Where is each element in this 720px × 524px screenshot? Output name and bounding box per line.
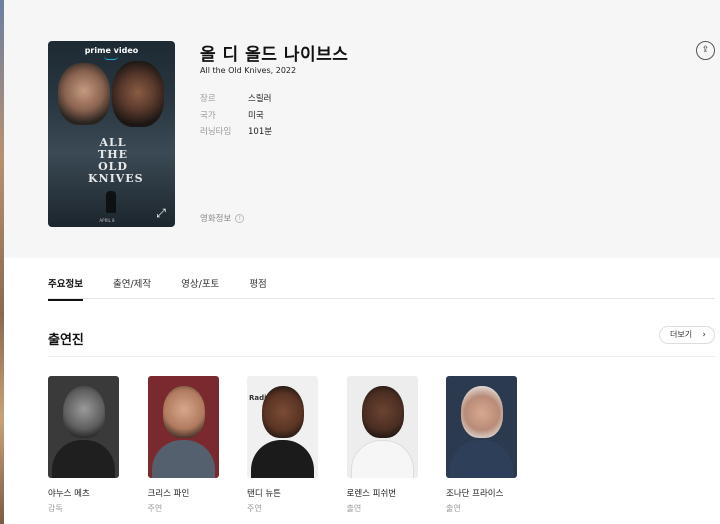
cast-photo-head bbox=[262, 386, 304, 438]
info-label: 러닝타임 bbox=[200, 127, 232, 137]
cast-name[interactable]: 로렌스 피쉬번 bbox=[347, 487, 418, 499]
info-label: 장르 bbox=[200, 94, 216, 104]
cast-card[interactable]: 야누스 메츠 감독 bbox=[48, 376, 119, 514]
info-value: 101분 bbox=[248, 127, 273, 137]
chevron-right-icon: › bbox=[702, 330, 706, 340]
more-button[interactable]: 더보기 › bbox=[659, 326, 715, 344]
cast-card[interactable]: 크리스 파인 주연 bbox=[147, 376, 219, 514]
cast-photo[interactable] bbox=[147, 376, 219, 478]
info-value: 미국 bbox=[248, 110, 264, 121]
movie-subtitle: All the Old Knives, 2022 bbox=[200, 66, 297, 75]
cast-name[interactable]: 야누스 메츠 bbox=[48, 487, 119, 499]
cast-photo-body bbox=[151, 440, 215, 478]
info-row-runtime: 러닝타임 101분 bbox=[200, 125, 272, 142]
cast-photo-body bbox=[450, 440, 513, 478]
movie-info-label: 영화정보 bbox=[200, 214, 232, 224]
poster-release-text: APRIL 8 bbox=[99, 218, 115, 223]
cast-photo[interactable]: Radi bbox=[247, 376, 318, 478]
cast-photo[interactable] bbox=[446, 376, 517, 478]
movie-info-link[interactable]: 영화정보 ! bbox=[200, 212, 245, 224]
poster-silhouette bbox=[106, 191, 116, 213]
info-icon: ! bbox=[235, 213, 245, 223]
cast-role: 출연 bbox=[446, 504, 461, 513]
share-button[interactable]: ⇪ bbox=[696, 41, 715, 60]
info-value: 스릴러 bbox=[248, 94, 272, 104]
cast-card[interactable]: 조나단 프라이스 출연 bbox=[446, 376, 517, 514]
cast-name[interactable]: 탠디 뉴튼 bbox=[247, 487, 318, 499]
cast-photo[interactable] bbox=[346, 376, 418, 478]
cast-list: 야누스 메츠 감독 크리스 파인 주연 Radi 탠디 뉴튼 주연 로렌스 피쉬… bbox=[48, 376, 546, 514]
cast-photo[interactable] bbox=[48, 376, 119, 478]
poster-brand-smile bbox=[104, 56, 118, 60]
movie-title: 올 디 올드 나이브스 bbox=[200, 45, 349, 65]
movie-info-table: 장르 스릴러 국가 미국 러닝타임 101분 bbox=[200, 92, 272, 142]
more-button-label: 더보기 bbox=[670, 330, 693, 339]
cast-photo-head bbox=[361, 386, 404, 438]
poster-figure-right bbox=[112, 61, 164, 127]
cast-role: 주연 bbox=[147, 504, 163, 513]
info-row-genre: 장르 스릴러 bbox=[200, 92, 272, 109]
cast-photo-head bbox=[461, 386, 503, 438]
cast-name[interactable]: 조나단 프라이스 bbox=[446, 487, 517, 499]
cast-photo-head bbox=[162, 386, 205, 438]
section-divider bbox=[48, 356, 715, 357]
cast-name[interactable]: 크리스 파인 bbox=[148, 487, 219, 499]
poster-figure-left bbox=[58, 63, 110, 125]
poster-brand: prime video bbox=[84, 46, 139, 55]
tabs-divider bbox=[48, 298, 715, 299]
info-row-country: 국가 미국 bbox=[200, 109, 272, 126]
cast-photo-body bbox=[350, 440, 414, 478]
cast-photo-body bbox=[52, 440, 115, 478]
expand-icon[interactable]: ⤢ bbox=[153, 205, 169, 221]
info-label: 국가 bbox=[200, 110, 216, 121]
cast-role: 감독 bbox=[48, 504, 63, 513]
cast-section-title: 출연진 bbox=[48, 333, 84, 348]
cast-photo-head bbox=[63, 386, 105, 438]
cast-card[interactable]: 로렌스 피쉬번 출연 bbox=[346, 376, 418, 514]
cast-role: 출연 bbox=[346, 504, 362, 513]
poster-title-art: ALL THE OLD KNIVES bbox=[88, 136, 144, 185]
cast-photo-body bbox=[251, 440, 314, 478]
cast-card[interactable]: Radi 탠디 뉴튼 주연 bbox=[247, 376, 318, 514]
movie-poster[interactable]: prime video ALL THE OLD KNIVES APRIL 8 ⤢ bbox=[48, 41, 175, 227]
cast-role: 주연 bbox=[247, 504, 262, 513]
